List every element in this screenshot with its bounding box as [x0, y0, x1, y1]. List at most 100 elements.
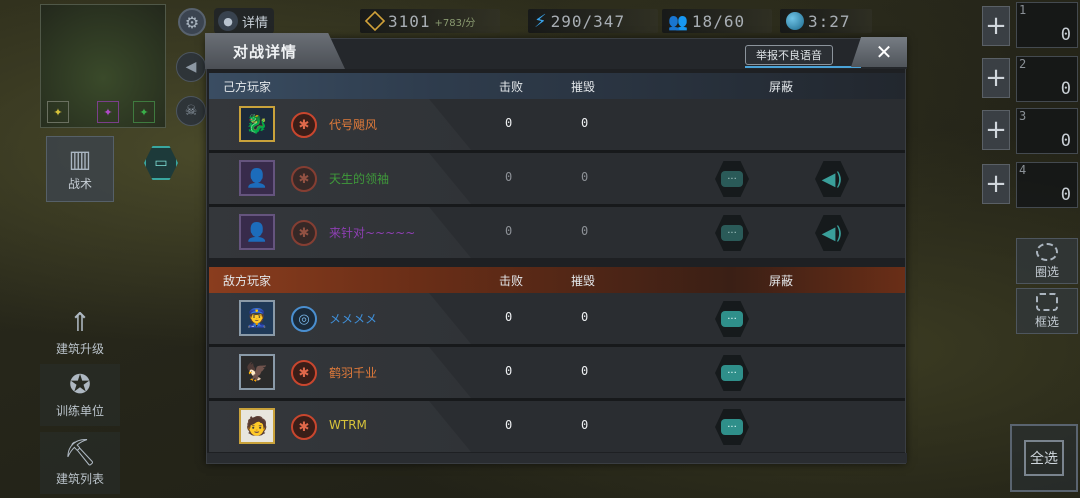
add-slot-4-button[interactable]: +	[982, 164, 1010, 204]
player-avatar[interactable]: 🐉	[239, 106, 275, 142]
rank-badge-icon: ✱	[291, 220, 317, 246]
tactics-button[interactable]: ▥ 战术	[46, 136, 114, 202]
box-select-label: 框选	[1034, 314, 1059, 329]
friendly-label: 己方玩家	[223, 80, 272, 94]
train-units-label: 训练单位	[55, 403, 104, 418]
enemy-section-header: 敌方玩家 击败 摧毁 屏蔽	[209, 267, 905, 293]
chat-icon: ···	[721, 171, 743, 187]
tactics-icon: ▥	[68, 144, 92, 173]
slot-index: 3	[1019, 109, 1027, 123]
building-list-label: 建筑列表	[55, 471, 104, 486]
mute-voice-button[interactable]: ◀)	[815, 161, 849, 197]
mute-column-header: 屏蔽	[769, 274, 794, 288]
globe-badge-icon: ◎	[291, 306, 317, 332]
player-name: メメメメ	[329, 312, 378, 326]
tactics-label: 战术	[67, 176, 92, 191]
add-slot-2-button[interactable]: +	[982, 58, 1010, 98]
battle-details-dialog: 对战详情 举报不良语音 ✕ 己方玩家 击败 摧毁 屏蔽 🐉 ✱ 代号飓风 0 0…	[205, 33, 907, 464]
rank-badge-icon: ✱	[291, 360, 317, 386]
gold-rate: +783/分	[434, 17, 476, 29]
mute-chat-button[interactable]: ···	[715, 215, 749, 251]
chat-icon: ···	[721, 311, 743, 327]
player-destroyed: 0	[581, 310, 589, 324]
building-list-button[interactable]: ⛏ 建筑列表	[40, 432, 120, 494]
control-group-slot-3[interactable]: 3 0	[1016, 108, 1078, 154]
player-kills: 0	[505, 418, 513, 432]
chat-icon: ···	[721, 225, 743, 241]
energy-value: 290/347	[550, 11, 626, 31]
user-icon: ●	[218, 11, 238, 31]
player-avatar[interactable]: 👮	[239, 300, 275, 336]
add-slot-1-button[interactable]: +	[982, 6, 1010, 46]
mute-column-header: 屏蔽	[769, 80, 794, 94]
control-group-slot-2[interactable]: 2 0	[1016, 56, 1078, 102]
player-destroyed: 0	[581, 418, 589, 432]
crane-icon: ⛏	[63, 437, 97, 468]
player-destroyed: 0	[581, 170, 589, 184]
mute-chat-button[interactable]: ···	[715, 161, 749, 197]
enemy-player-row: 🧑 ✱ WTRM 0 0 ···	[209, 401, 905, 452]
time-value: 3:27	[808, 11, 851, 31]
gold-crate-icon	[364, 10, 386, 32]
enemy-player-row: 👮 ◎ メメメメ 0 0 ···	[209, 293, 905, 344]
control-group-slot-4[interactable]: 4 0	[1016, 162, 1078, 208]
mute-chat-button[interactable]: ···	[715, 301, 749, 337]
lasso-select-label: 圈选	[1034, 264, 1059, 279]
lasso-select-button[interactable]: 圈选	[1016, 238, 1078, 284]
friendly-player-row: 🐉 ✱ 代号飓风 0 0	[209, 99, 905, 150]
select-all-button[interactable]: 全选	[1010, 424, 1078, 492]
gear-icon[interactable]: ⚙	[178, 8, 206, 36]
dialog-title-tab: 对战详情	[205, 33, 345, 69]
player-name: 代号飓风	[329, 118, 378, 132]
slot-index: 4	[1019, 163, 1027, 177]
building-upgrade-button[interactable]: ⇑ 建筑升级	[40, 302, 120, 364]
box-select-icon	[1036, 292, 1058, 311]
player-destroyed: 0	[581, 364, 589, 378]
train-units-button[interactable]: ✪ 训练单位	[40, 364, 120, 426]
slot-count: 0	[1060, 25, 1071, 45]
kills-column-header: 击败	[499, 274, 524, 288]
kills-column-header: 击败	[499, 80, 524, 94]
player-kills: 0	[505, 116, 513, 130]
mute-voice-button[interactable]: ◀)	[815, 215, 849, 251]
detail-button[interactable]: ● 详情	[214, 8, 274, 34]
gold-value: 3101	[388, 11, 431, 31]
player-name: 鹤羽千业	[329, 366, 378, 380]
skull-icon[interactable]: ☠	[176, 96, 206, 126]
player-kills: 0	[505, 224, 513, 238]
game-timer: 3:27	[780, 9, 872, 33]
control-group-slot-1[interactable]: 1 0	[1016, 2, 1078, 48]
player-name: WTRM	[329, 418, 367, 432]
slot-count: 0	[1060, 79, 1071, 99]
add-slot-3-button[interactable]: +	[982, 110, 1010, 150]
minimap[interactable]: ✦ ✦ ✦	[40, 4, 166, 128]
slot-count: 0	[1060, 185, 1071, 205]
train-units-icon: ✪	[69, 369, 91, 400]
player-avatar[interactable]: 🧑	[239, 408, 275, 444]
globe-icon	[786, 12, 804, 30]
chat-icon[interactable]: ▭	[144, 146, 178, 180]
rank-badge-icon: ✱	[291, 414, 317, 440]
player-avatar[interactable]: 🦅	[239, 354, 275, 390]
dialog-title: 对战详情	[233, 42, 298, 61]
chat-icon: ···	[721, 365, 743, 381]
lightning-icon: ⚡	[534, 10, 547, 32]
speaker-icon[interactable]: ◀	[176, 52, 206, 82]
box-select-button[interactable]: 框选	[1016, 288, 1078, 334]
destroyed-column-header: 摧毁	[571, 80, 596, 94]
chat-icon: ···	[721, 419, 743, 435]
friendly-player-row: 👤 ✱ 来针对~~~~~ 0 0 ··· ◀)	[209, 207, 905, 258]
speaker-icon: ◀)	[821, 168, 843, 190]
mute-chat-button[interactable]: ···	[715, 355, 749, 391]
energy-counter: ⚡ 290/347	[528, 9, 658, 33]
player-avatar[interactable]: 👤	[239, 214, 275, 250]
player-avatar[interactable]: 👤	[239, 160, 275, 196]
report-voice-button[interactable]: 举报不良语音	[745, 45, 833, 65]
mute-chat-button[interactable]: ···	[715, 409, 749, 445]
slot-count: 0	[1060, 131, 1071, 151]
population-icon: 👥	[668, 11, 688, 31]
enemy-player-row: 🦅 ✱ 鹤羽千业 0 0 ···	[209, 347, 905, 398]
enemy-label: 敌方玩家	[223, 274, 272, 288]
player-destroyed: 0	[581, 116, 589, 130]
player-destroyed: 0	[581, 224, 589, 238]
